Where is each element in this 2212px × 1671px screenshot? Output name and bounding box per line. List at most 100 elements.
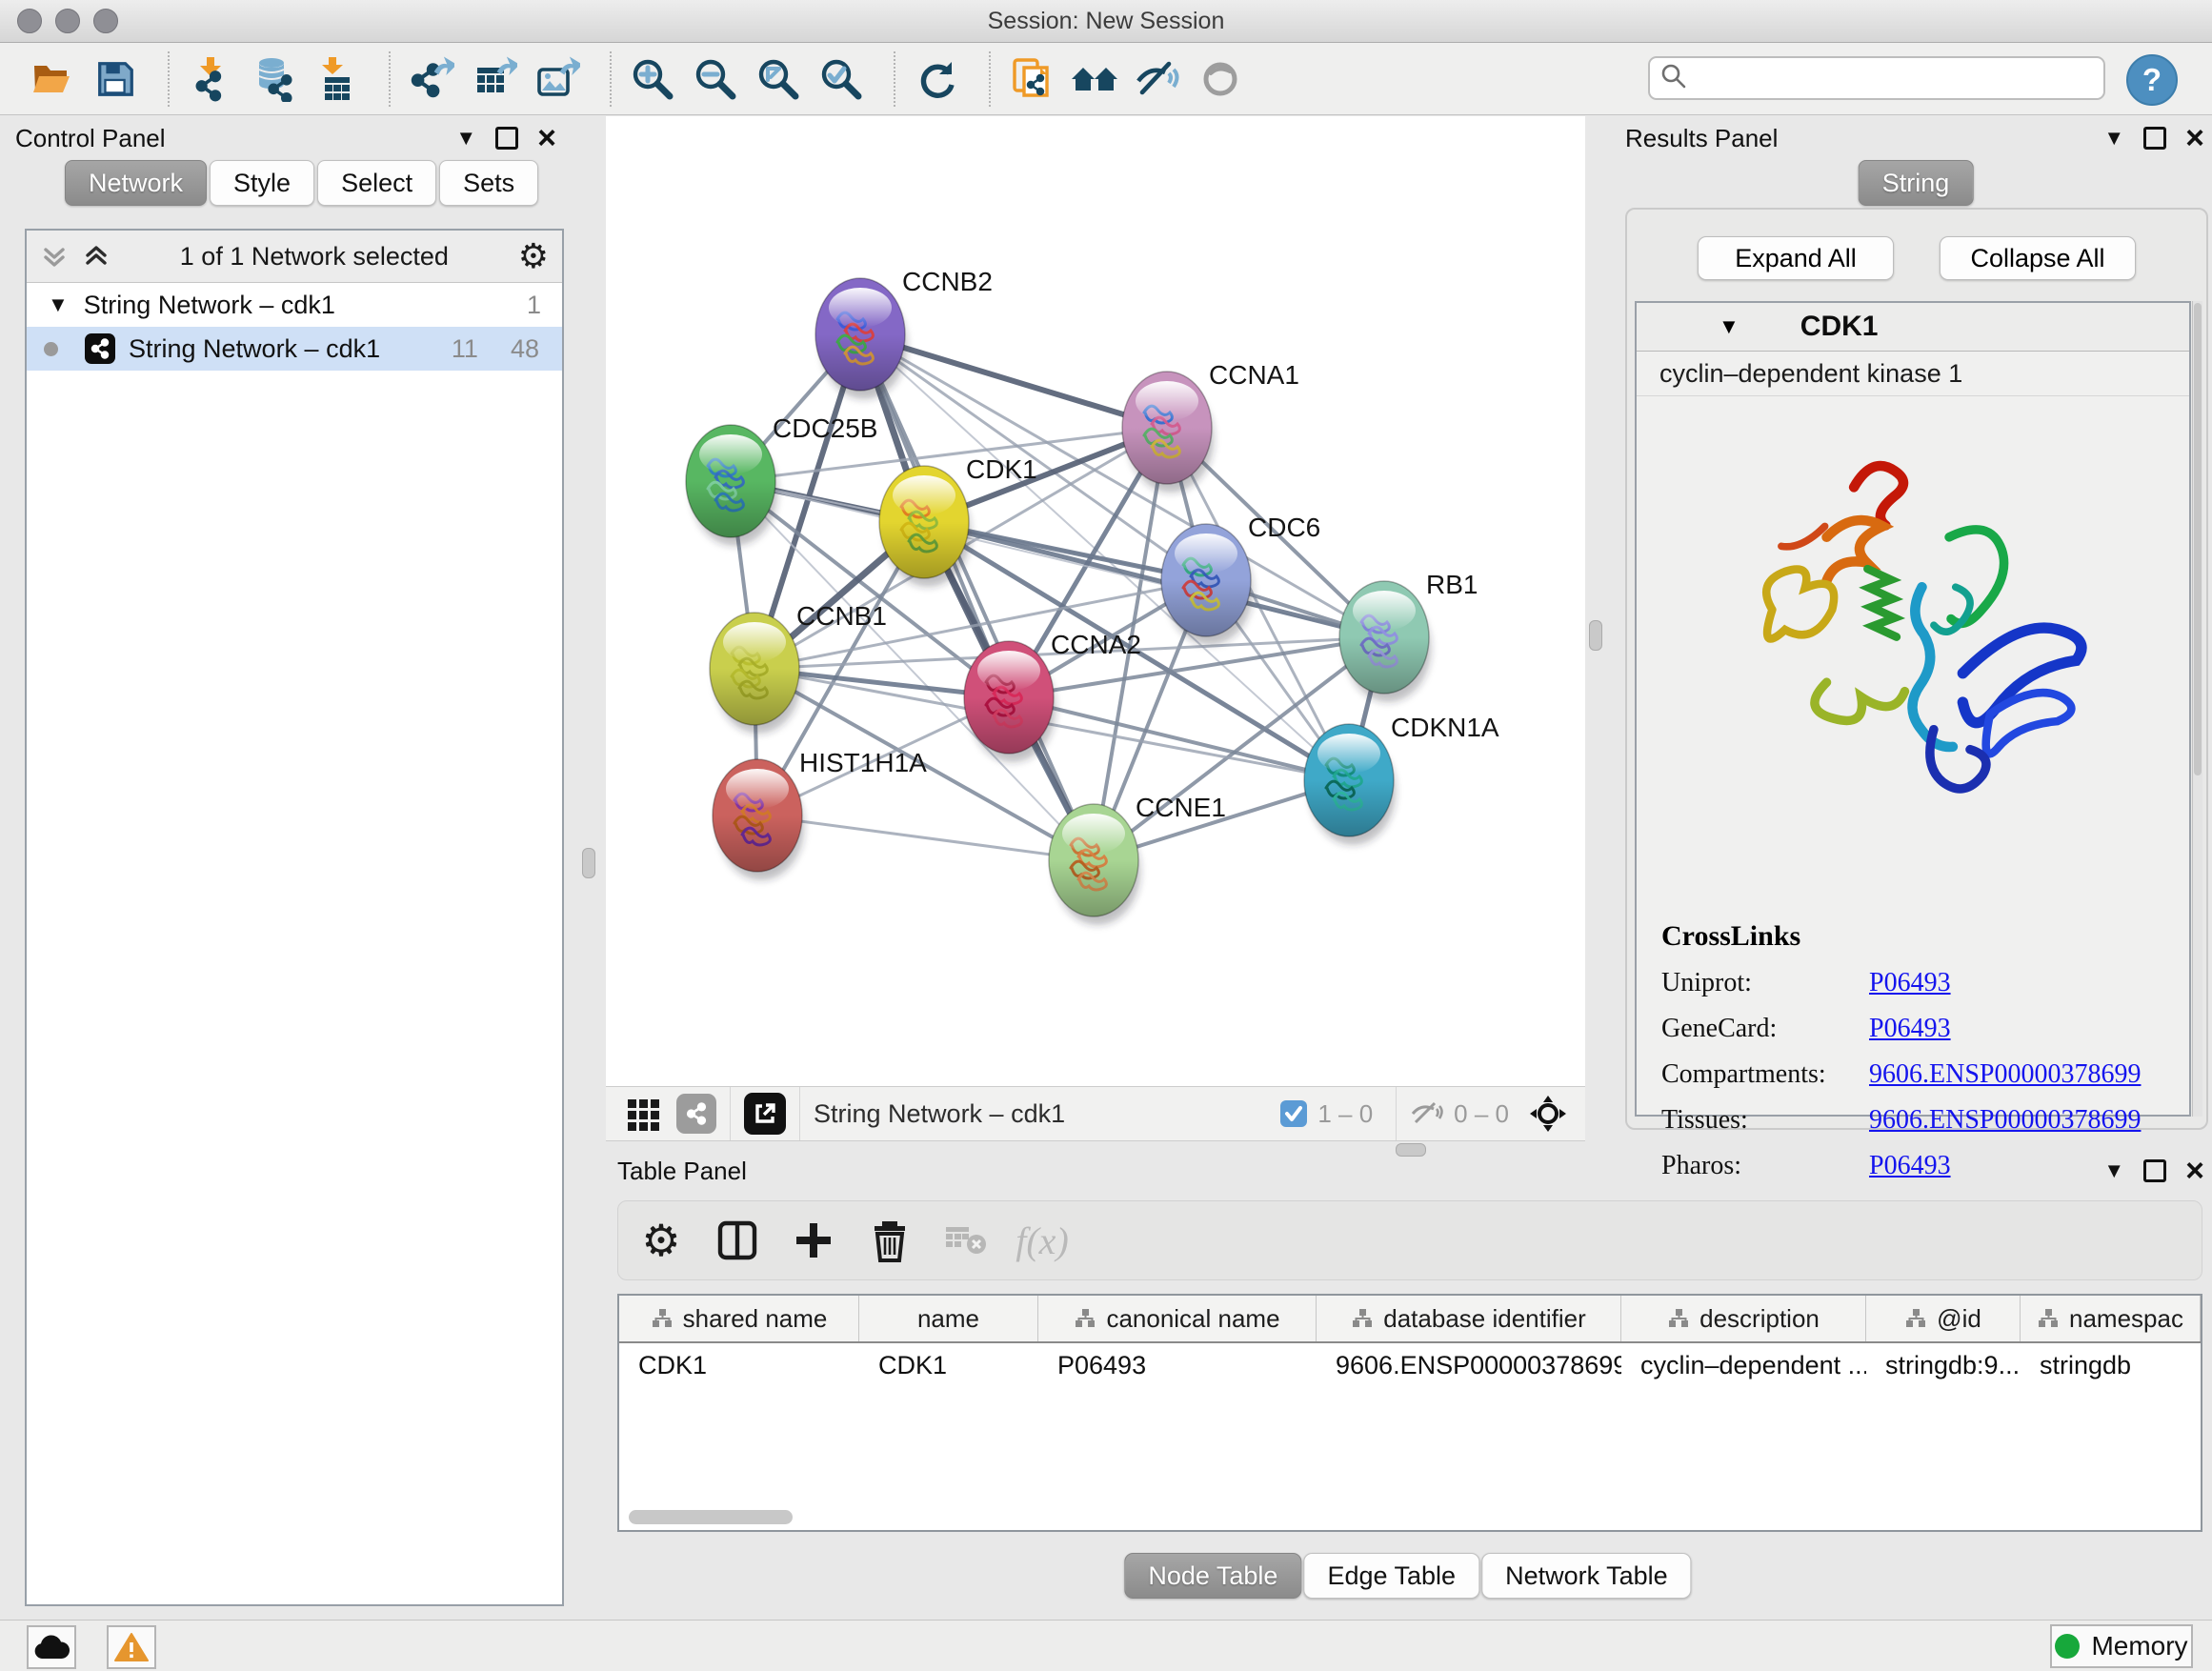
- search-box[interactable]: [1648, 56, 2105, 100]
- graph-node-CDC6[interactable]: CDC6: [1161, 513, 1320, 645]
- plus-icon[interactable]: [790, 1217, 837, 1264]
- control-panel-float-icon[interactable]: [495, 127, 518, 150]
- network-options-gear-icon[interactable]: ⚙: [518, 237, 549, 276]
- fit-crosshair-icon[interactable]: [1528, 1094, 1568, 1134]
- network-row[interactable]: String Network – cdk1 11 48: [27, 327, 562, 371]
- graph-node-CCNB1[interactable]: CCNB1: [710, 601, 887, 734]
- warning-button[interactable]: [107, 1625, 156, 1669]
- tab-network-table[interactable]: Network Table: [1481, 1553, 1692, 1599]
- graph-node-CDK1[interactable]: CDK1: [879, 454, 1037, 587]
- table-panel-close-icon[interactable]: ×: [2185, 1161, 2204, 1180]
- table-row[interactable]: CDK1CDK1P064939606.ENSP00000378699cyclin…: [619, 1343, 2201, 1387]
- entry-expander-icon[interactable]: ▼: [1719, 314, 1739, 339]
- tab-string[interactable]: String: [1859, 160, 1974, 206]
- eye-slash-blue-icon[interactable]: [1132, 52, 1183, 106]
- column-header-@id[interactable]: @id: [1866, 1296, 2021, 1341]
- table-cell[interactable]: stringdb:9...: [1866, 1343, 2021, 1387]
- expand-all-button[interactable]: Expand All: [1698, 236, 1894, 280]
- column-header-shared-name[interactable]: shared name: [619, 1296, 859, 1341]
- trash-icon[interactable]: [866, 1217, 914, 1264]
- table-cell[interactable]: P06493: [1038, 1343, 1317, 1387]
- save-icon[interactable]: [90, 52, 141, 106]
- tab-node-table[interactable]: Node Table: [1124, 1553, 1301, 1599]
- share-view-icon[interactable]: [676, 1094, 716, 1134]
- refresh-icon[interactable]: [911, 52, 962, 106]
- eye-gray-icon[interactable]: [1195, 52, 1246, 106]
- tab-style[interactable]: Style: [210, 160, 314, 206]
- network-canvas[interactable]: CCNB2CCNA1CDC25BCDK1CDC6RB1CCNB1CCNA2CDK…: [606, 116, 1585, 1086]
- window-title: Session: New Session: [0, 8, 2212, 35]
- bottom-splitter-handle[interactable]: [1396, 1143, 1426, 1157]
- graph-node-CCNE1[interactable]: CCNE1: [1049, 793, 1226, 925]
- table-cell[interactable]: 9606.ENSP00000378699: [1317, 1343, 1621, 1387]
- collection-expander-icon[interactable]: ▼: [48, 292, 69, 317]
- column-header-name[interactable]: name: [859, 1296, 1038, 1341]
- search-input[interactable]: [1696, 64, 2094, 92]
- graph-node-CDC25B[interactable]: CDC25B: [686, 413, 877, 546]
- collapse-all-networks-icon[interactable]: [82, 242, 111, 271]
- import-database-icon[interactable]: [248, 52, 299, 106]
- graph-node-HIST1H1A[interactable]: HIST1H1A: [713, 748, 927, 880]
- crosslink-link[interactable]: P06493: [1869, 968, 1951, 998]
- tab-select[interactable]: Select: [317, 160, 436, 206]
- external-link-icon[interactable]: [744, 1093, 786, 1135]
- graph-node-CCNA1[interactable]: CCNA1: [1122, 360, 1299, 493]
- table-panel-float-icon[interactable]: [2143, 1159, 2166, 1182]
- import-network-icon[interactable]: [185, 52, 236, 106]
- column-header-canonical-name[interactable]: canonical name: [1038, 1296, 1317, 1341]
- cloud-button[interactable]: [27, 1625, 76, 1669]
- tab-edge-table[interactable]: Edge Table: [1303, 1553, 1479, 1599]
- grid-view-icon[interactable]: [625, 1095, 663, 1133]
- table-panel-collapse-icon[interactable]: ▼: [2103, 1158, 2124, 1183]
- tab-network[interactable]: Network: [65, 160, 207, 206]
- column-header-namespac[interactable]: namespac: [2021, 1296, 2201, 1341]
- help-button[interactable]: ?: [2126, 54, 2178, 106]
- hidden-eye-icon[interactable]: [1410, 1099, 1444, 1128]
- network-collection-row[interactable]: ▼ String Network – cdk1 1: [27, 283, 562, 327]
- crosslink-link[interactable]: P06493: [1869, 1014, 1951, 1044]
- table-cell[interactable]: cyclin–dependent ...: [1621, 1343, 1866, 1387]
- zoom-fit-icon[interactable]: [753, 52, 804, 106]
- export-network-icon[interactable]: [406, 52, 457, 106]
- table-cell[interactable]: CDK1: [619, 1343, 859, 1387]
- left-splitter-handle[interactable]: [582, 848, 595, 878]
- results-panel-float-icon[interactable]: [2143, 127, 2166, 150]
- tab-sets[interactable]: Sets: [439, 160, 538, 206]
- results-scrollbar[interactable]: [2192, 301, 2202, 1117]
- table-cell[interactable]: stringdb: [2021, 1343, 2201, 1387]
- export-image-icon[interactable]: [532, 52, 583, 106]
- graph-node-CCNB2[interactable]: CCNB2: [815, 267, 993, 399]
- expand-all-networks-icon[interactable]: [40, 242, 69, 271]
- zoom-out-icon[interactable]: [690, 52, 741, 106]
- results-panel-collapse-icon[interactable]: ▼: [2103, 126, 2124, 151]
- memory-button[interactable]: Memory: [2050, 1624, 2193, 1668]
- zoom-in-icon[interactable]: [627, 52, 678, 106]
- crosslink-link[interactable]: 9606.ENSP00000378699: [1869, 1059, 2141, 1090]
- collapse-all-button[interactable]: Collapse All: [1940, 236, 2136, 280]
- control-panel-close-icon[interactable]: ×: [537, 129, 556, 148]
- houses-icon[interactable]: [1069, 52, 1120, 106]
- control-panel-collapse-icon[interactable]: ▼: [455, 126, 476, 151]
- table-cell[interactable]: CDK1: [859, 1343, 1038, 1387]
- export-table-icon[interactable]: [469, 52, 520, 106]
- network-graph[interactable]: CCNB2CCNA1CDC25BCDK1CDC6RB1CCNB1CCNA2CDK…: [606, 116, 1585, 1086]
- column-header-database-identifier[interactable]: database identifier: [1317, 1296, 1621, 1341]
- column-header-description[interactable]: description: [1621, 1296, 1866, 1341]
- selected-checkbox-icon[interactable]: [1279, 1099, 1308, 1128]
- gear-icon[interactable]: ⚙: [637, 1217, 685, 1264]
- right-splitter-handle[interactable]: [1589, 620, 1602, 651]
- crosslink-link[interactable]: 9606.ENSP00000378699: [1869, 1105, 2141, 1136]
- import-table-icon[interactable]: [311, 52, 362, 106]
- zoom-selected-icon[interactable]: [815, 52, 867, 106]
- table-hscrollbar[interactable]: [629, 1510, 793, 1524]
- current-network-dot: [44, 342, 58, 356]
- columns-icon[interactable]: [714, 1217, 761, 1264]
- crosslink-row: GeneCard:P06493: [1661, 1014, 2161, 1044]
- string-document-icon[interactable]: [1006, 52, 1057, 106]
- graph-node-RB1[interactable]: RB1: [1339, 570, 1478, 702]
- results-panel-close-icon[interactable]: ×: [2185, 129, 2204, 148]
- search-icon: [1659, 62, 1688, 95]
- open-folder-icon[interactable]: [27, 52, 78, 106]
- graph-node-CDKN1A[interactable]: CDKN1A: [1304, 713, 1499, 845]
- table-delete-icon: [942, 1217, 990, 1264]
